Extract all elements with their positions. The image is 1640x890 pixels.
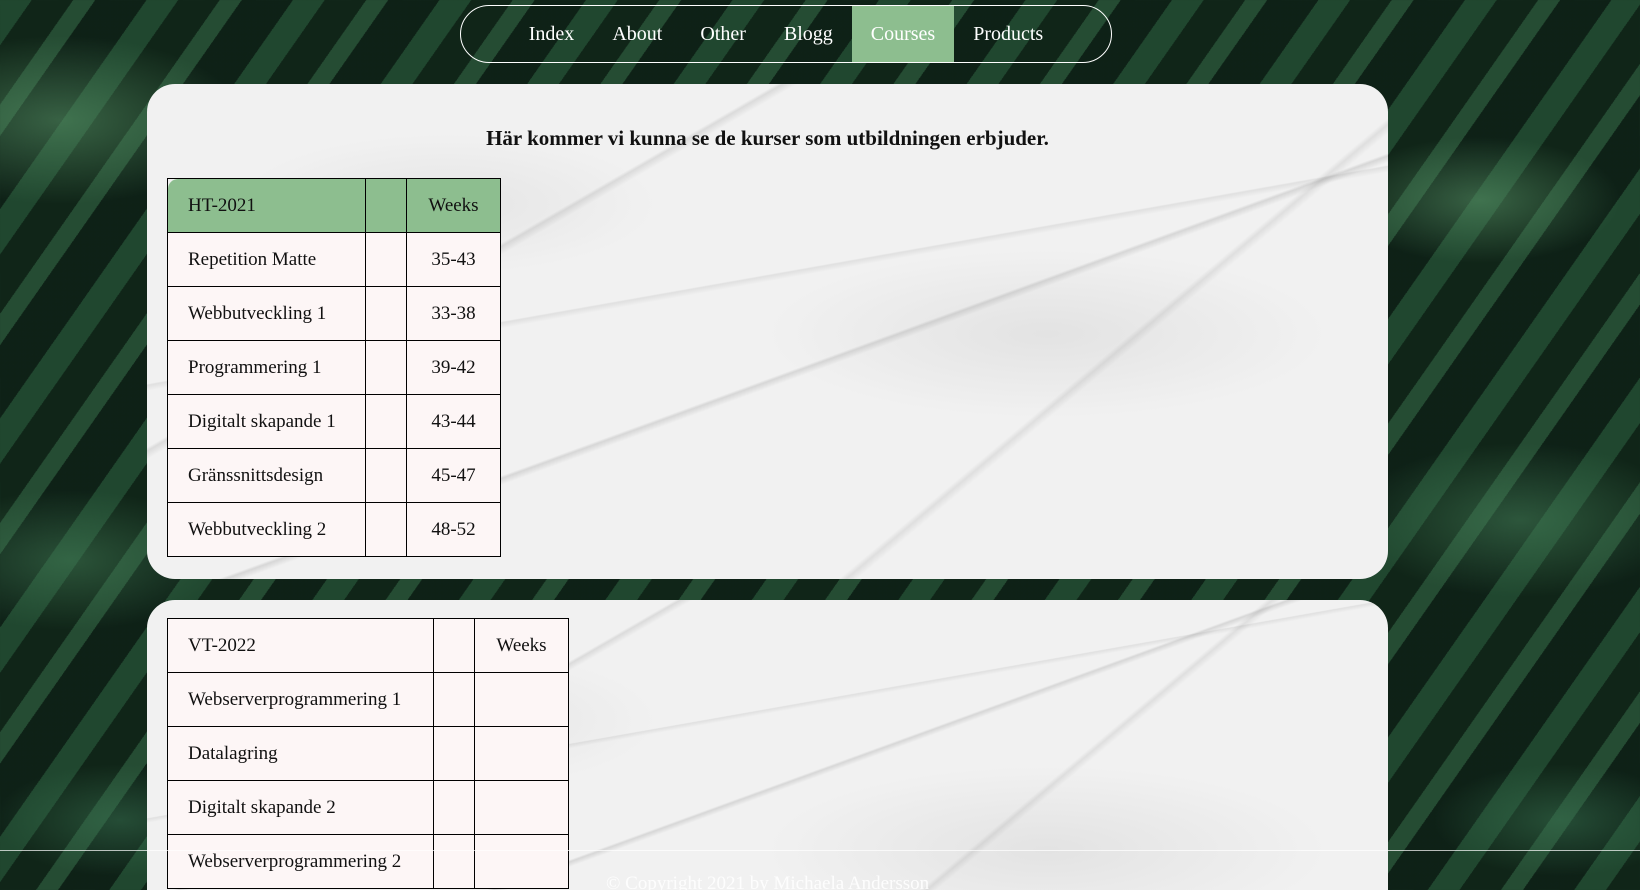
course-table-ht2021: HT-2021 Weeks Repetition Matte 35-43 Web… [167,178,501,557]
empty-cell [365,394,407,449]
course-name: Webbutveckling 1 [167,286,366,341]
course-name: Webbutveckling 2 [167,502,366,557]
table-row: Digitalt skapande 2 [167,780,569,835]
top-navigation: Index About Other Blogg Courses Products [460,5,1112,63]
empty-cell [365,448,407,503]
table-row: Datalagring [167,726,569,781]
page-footer: © Copyright 2021 by Michaela Andersson [0,850,1640,890]
empty-cell [433,726,475,781]
course-weeks: 48-52 [406,502,501,557]
empty-cell [365,232,407,287]
empty-cell [365,286,407,341]
table-row: Webbutveckling 1 33-38 [167,286,501,341]
term-header: HT-2021 [167,178,366,233]
table-row: Webbutveckling 2 48-52 [167,502,501,557]
course-weeks [474,672,569,727]
course-name: Digitalt skapande 2 [167,780,434,835]
nav-item-courses[interactable]: Courses [851,6,955,62]
table-row: Repetition Matte 35-43 [167,232,501,287]
nav-item-blogg[interactable]: Blogg [765,6,852,62]
empty-cell [433,672,475,727]
empty-cell [365,502,407,557]
copyright-text: © Copyright 2021 by Michaela Andersson [606,873,930,890]
course-weeks: 39-42 [406,340,501,395]
page-heading: Här kommer vi kunna se de kurser som utb… [486,126,1049,150]
course-weeks: 35-43 [406,232,501,287]
weeks-header: Weeks [474,618,569,673]
course-weeks: 45-47 [406,448,501,503]
nav-item-other[interactable]: Other [681,6,765,62]
nav-item-products[interactable]: Products [954,6,1062,62]
courses-panel-ht2021: Här kommer vi kunna se de kurser som utb… [147,84,1388,579]
course-weeks: 33-38 [406,286,501,341]
course-name: Gränssnittsdesign [167,448,366,503]
table-row: Webserverprogrammering 1 [167,672,569,727]
course-table-vt2022: VT-2022 Weeks Webserverprogrammering 1 D… [167,618,569,889]
weeks-header: Weeks [406,178,501,233]
empty-header [365,178,407,233]
nav-item-about[interactable]: About [593,6,681,62]
course-name: Repetition Matte [167,232,366,287]
course-weeks [474,780,569,835]
empty-header [433,618,475,673]
course-weeks [474,726,569,781]
course-name: Datalagring [167,726,434,781]
table-row: Programmering 1 39-42 [167,340,501,395]
term-header: VT-2022 [167,618,434,673]
table-header-row: VT-2022 Weeks [167,618,569,673]
course-name: Programmering 1 [167,340,366,395]
table-row: Gränssnittsdesign 45-47 [167,448,501,503]
table-row: Digitalt skapande 1 43-44 [167,394,501,449]
table-header-row: HT-2021 Weeks [167,178,501,233]
course-weeks: 43-44 [406,394,501,449]
courses-panel-vt2022: VT-2022 Weeks Webserverprogrammering 1 D… [147,600,1388,890]
nav-item-index[interactable]: Index [510,6,594,62]
course-name: Webserverprogrammering 1 [167,672,434,727]
empty-cell [433,780,475,835]
course-name: Digitalt skapande 1 [167,394,366,449]
empty-cell [365,340,407,395]
